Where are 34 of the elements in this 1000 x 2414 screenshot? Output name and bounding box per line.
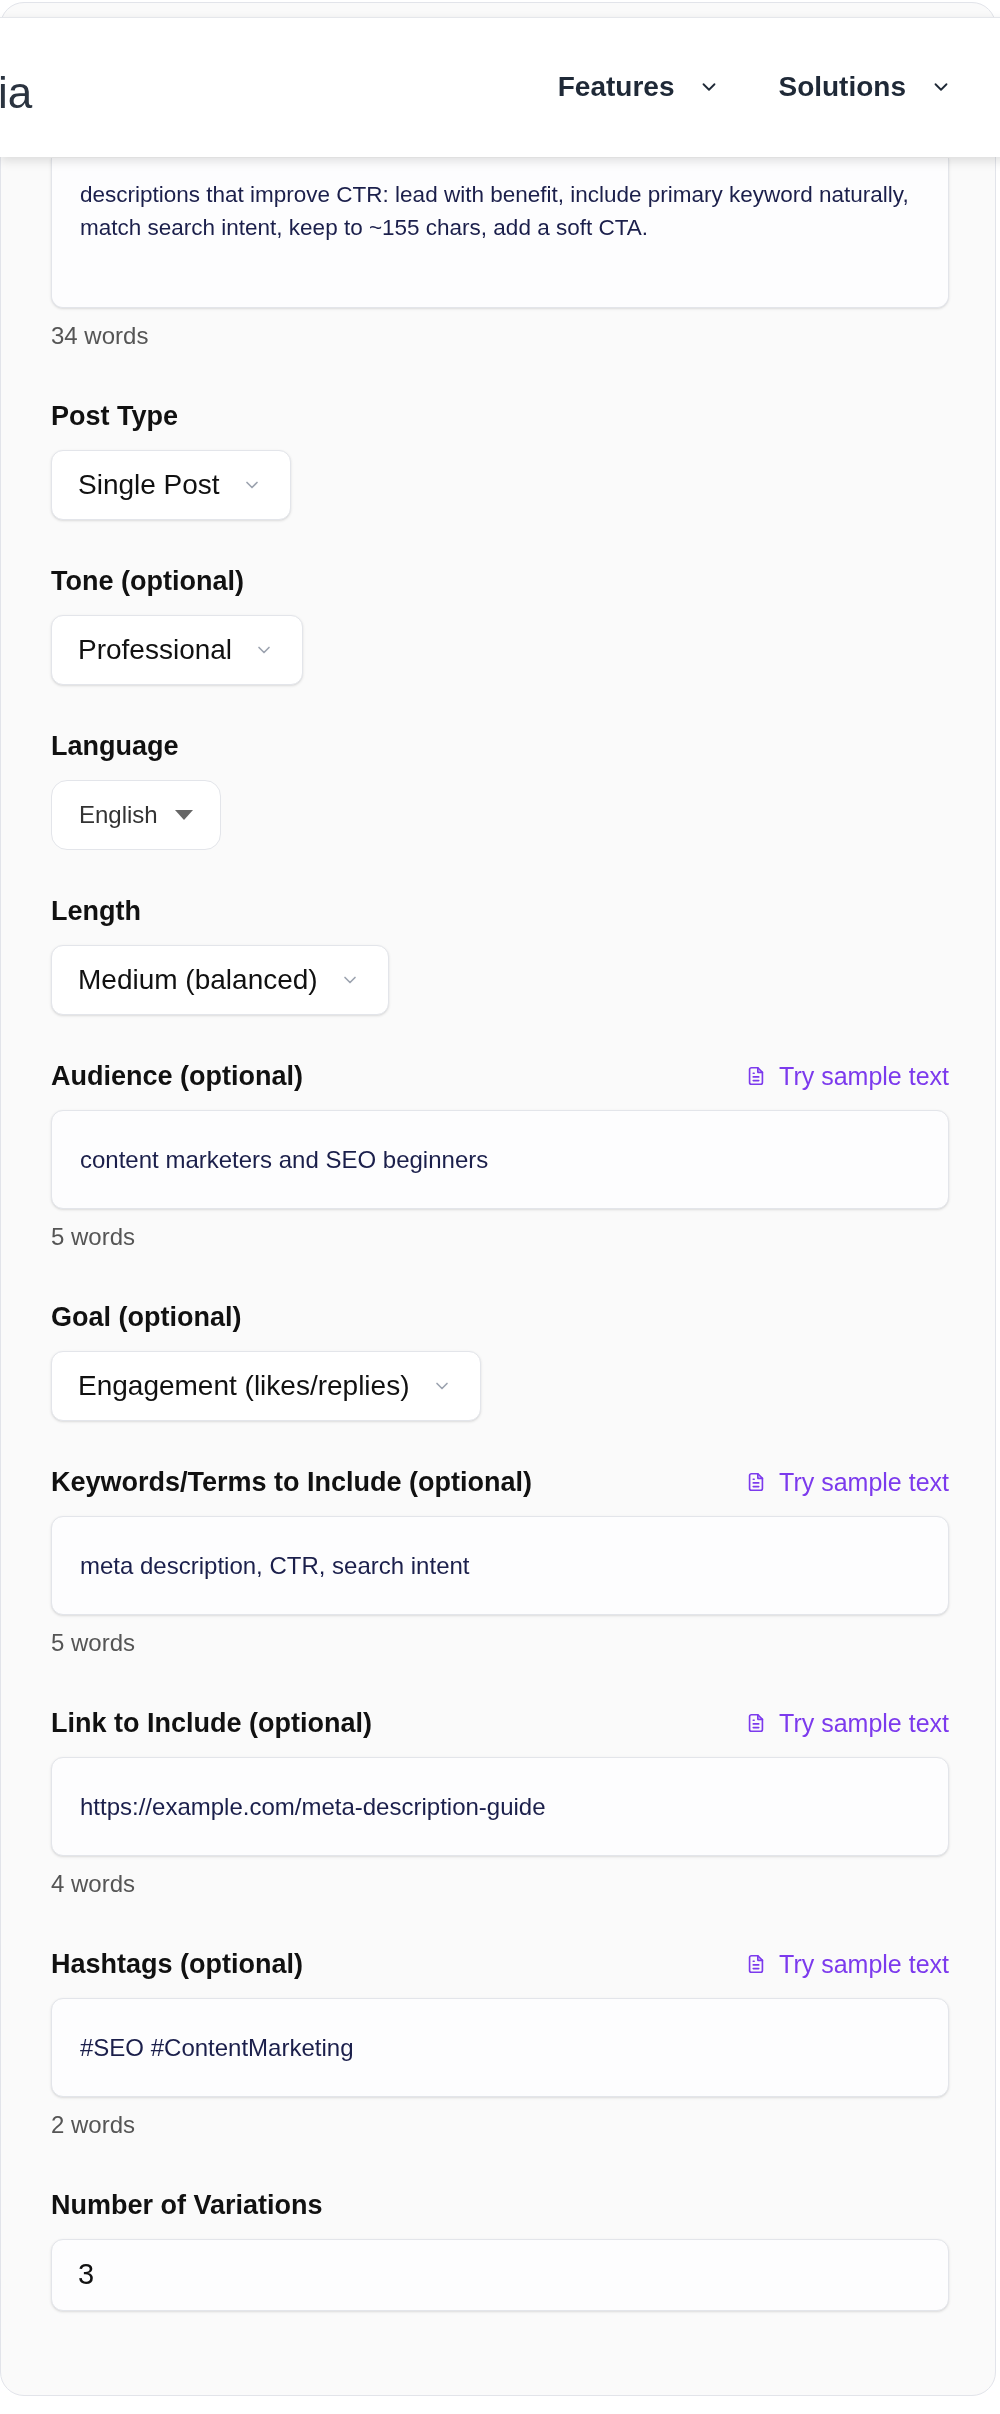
post-textarea[interactable]: descriptions that improve CTR: lead with benefit, include primary keyword naturally, match search intent, keep to ~155 chars, add a soft CTA.	[51, 158, 949, 308]
field-label: Number of Variations	[51, 2190, 323, 2220]
word-count: 4 words	[51, 1870, 136, 1898]
word-count: 5 words	[51, 1629, 136, 1657]
text-input[interactable]: content marketers and SEO beginners	[51, 1110, 949, 1209]
nav-menu-item[interactable]: Features	[557, 65, 721, 108]
try-sample-text-link[interactable]: Try sample text	[745, 1708, 949, 1738]
field-label: Length	[51, 896, 141, 926]
field-label: Post Type	[51, 401, 179, 431]
dropdown-select[interactable]: Single Post	[51, 450, 291, 520]
try-sample-text-link[interactable]: Try sample text	[745, 1949, 949, 1979]
triangle-down-icon	[173, 809, 194, 821]
field-label: Link to Include (optional)	[51, 1708, 372, 1738]
field-label: Language	[51, 731, 179, 761]
field-label: Keywords/Terms to Include (optional)	[51, 1467, 533, 1497]
nav-menu-item[interactable]: Solutions	[778, 65, 952, 108]
field-label: Hashtags (optional)	[51, 1949, 303, 1979]
word-count: 5 words	[51, 1223, 136, 1251]
field-label: Tone (optional)	[51, 566, 244, 596]
logo-text[interactable]: ia	[0, 70, 33, 115]
field-label: Audience (optional)	[51, 1061, 303, 1091]
word-count: 34 words	[51, 322, 149, 350]
field-label: Goal (optional)	[51, 1302, 242, 1332]
dropdown-select[interactable]: Engagement (likes/replies)	[51, 1351, 481, 1421]
text-input[interactable]: https://example.com/meta-description-guide	[51, 1757, 949, 1856]
word-count: 2 words	[51, 2111, 136, 2139]
dropdown-select[interactable]: Professional	[51, 615, 304, 685]
try-sample-text-link[interactable]: Try sample text	[745, 1061, 949, 1091]
dropdown-select[interactable]: Medium (balanced)	[51, 945, 389, 1015]
number-input[interactable]: 3	[51, 2239, 949, 2311]
text-input[interactable]: #SEO #ContentMarketing	[51, 1998, 949, 2097]
language-select[interactable]: English	[51, 780, 221, 850]
text-input[interactable]: meta description, CTR, search intent	[51, 1516, 949, 1615]
try-sample-text-link[interactable]: Try sample text	[745, 1467, 949, 1497]
